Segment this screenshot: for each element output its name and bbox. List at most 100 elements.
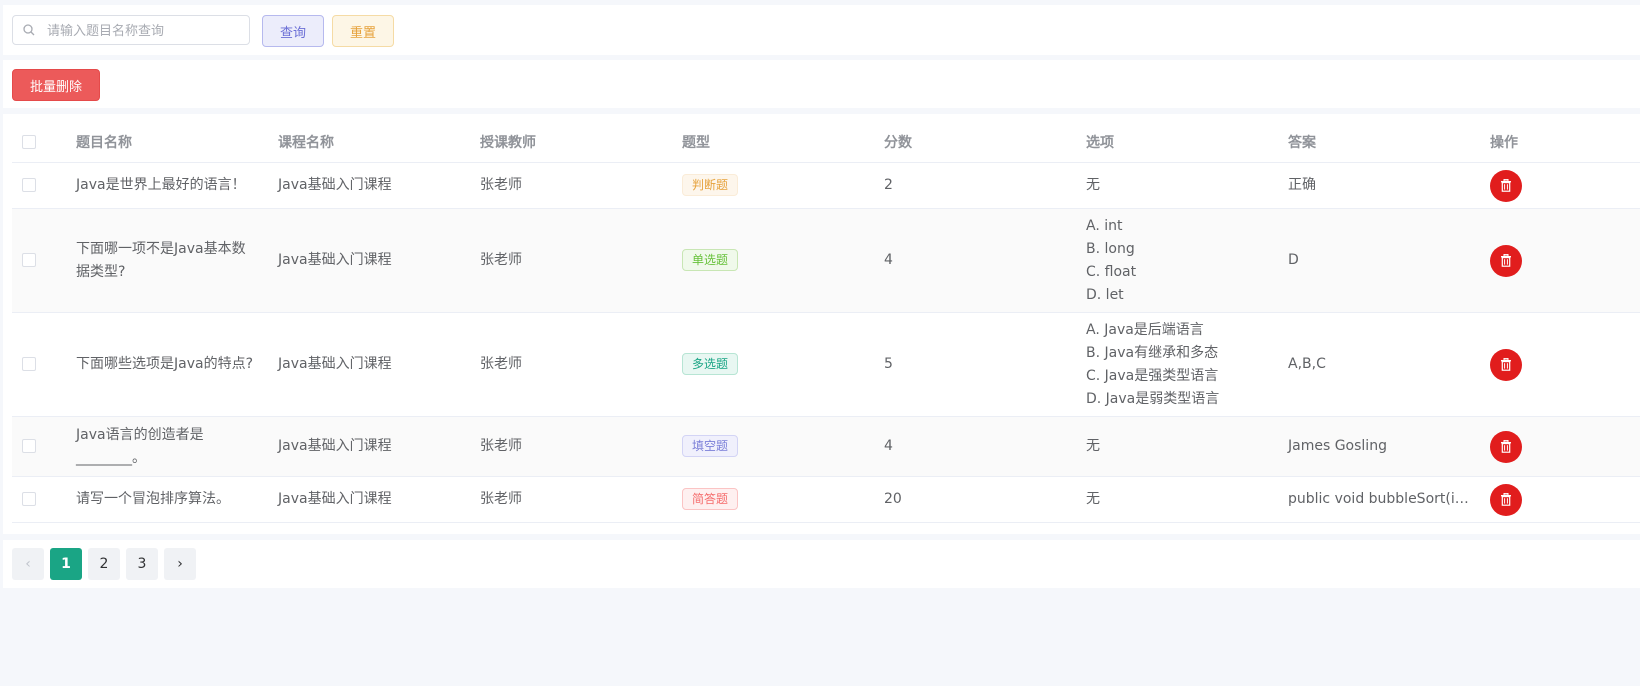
table-row: 下面哪些选项是Java的特点? Java基础入门课程 张老师 多选题 5 A. Java是… <box>12 312 1640 417</box>
cell-actions <box>1480 416 1640 477</box>
cell-options: A. int B. long C. float D. let <box>1076 208 1278 313</box>
cell-teacher: 张老师 <box>470 162 672 209</box>
header-actions: 操作 <box>1480 122 1640 163</box>
cell-question-name: 请写一个冒泡排序算法。 <box>66 476 268 523</box>
question-table: 题目名称 课程名称 授课教师 题型 分数 选项 答案 操作 Java是世界上最好… <box>12 122 1640 523</box>
row-checkbox[interactable] <box>22 253 36 267</box>
delete-button[interactable] <box>1490 483 1522 516</box>
cell-answer: 正确 <box>1278 162 1480 209</box>
header-question-name: 题目名称 <box>66 122 268 163</box>
pagination: ‹ 1 2 3 › <box>3 540 1640 588</box>
delete-button[interactable] <box>1490 348 1522 381</box>
prev-page-button[interactable]: ‹ <box>12 548 44 580</box>
search-input-wrapper[interactable] <box>12 15 250 46</box>
cell-options: 无 <box>1076 476 1278 523</box>
option-line: B. long <box>1086 240 1135 257</box>
cell-score: 4 <box>874 416 1076 477</box>
header-question-type: 题型 <box>672 122 874 163</box>
delete-button[interactable] <box>1490 430 1522 463</box>
cell-score: 4 <box>874 208 1076 313</box>
cell-options: 无 <box>1076 416 1278 477</box>
cell-teacher: 张老师 <box>470 416 672 477</box>
cell-options: A. Java是后端语言 B. Java有继承和多态 C. Java是强类型语言 D.… <box>1076 312 1278 417</box>
cell-score: 5 <box>874 312 1076 417</box>
page-button-1[interactable]: 1 <box>50 548 82 580</box>
row-select-cell <box>12 312 66 417</box>
cell-course-name: Java基础入门课程 <box>268 416 470 477</box>
search-input[interactable] <box>45 16 249 46</box>
row-checkbox[interactable] <box>22 178 36 192</box>
header-answer: 答案 <box>1278 122 1480 163</box>
option-line: A. Java是后端语言 <box>1086 321 1204 338</box>
option-line: D. let <box>1086 286 1124 303</box>
cell-actions <box>1480 162 1640 209</box>
cell-options: 无 <box>1076 162 1278 209</box>
toolbar: 批量删除 <box>3 60 1640 108</box>
option-line: B. Java有继承和多态 <box>1086 344 1219 361</box>
cell-actions <box>1480 476 1640 523</box>
cell-question-name: Java是世界上最好的语言！ <box>66 162 268 209</box>
question-type-tag: 填空题 <box>682 435 739 457</box>
option-line: 无 <box>1086 491 1100 507</box>
page-button-2[interactable]: 2 <box>88 548 120 580</box>
cell-actions <box>1480 312 1640 417</box>
option-line: 无 <box>1086 438 1100 454</box>
row-select-cell <box>12 208 66 313</box>
cell-question-name: 下面哪一项不是Java基本数据类型? <box>66 208 268 313</box>
query-button[interactable]: 查询 <box>262 15 324 47</box>
select-all-cell <box>12 122 66 163</box>
cell-course-name: Java基础入门课程 <box>268 162 470 209</box>
cell-course-name: Java基础入门课程 <box>268 476 470 523</box>
search-icon <box>23 24 35 36</box>
table-row: 下面哪一项不是Java基本数据类型? Java基础入门课程 张老师 单选题 4 A. in… <box>12 208 1640 313</box>
option-line: A. int <box>1086 217 1123 234</box>
option-line: C. Java是强类型语言 <box>1086 367 1219 384</box>
trash-icon <box>1501 440 1511 453</box>
header-course-name: 课程名称 <box>268 122 470 163</box>
trash-icon <box>1501 358 1511 371</box>
cell-teacher: 张老师 <box>470 208 672 313</box>
row-checkbox[interactable] <box>22 492 36 506</box>
question-type-tag: 判断题 <box>682 174 739 196</box>
trash-icon <box>1501 179 1511 192</box>
question-type-tag: 简答题 <box>682 488 739 510</box>
cell-answer: A,B,C <box>1278 312 1480 417</box>
table-row: Java是世界上最好的语言！ Java基础入门课程 张老师 判断题 2 无 正确 <box>12 162 1640 209</box>
cell-question-type: 判断题 <box>672 162 874 209</box>
cell-teacher: 张老师 <box>470 312 672 417</box>
table-row: 请写一个冒泡排序算法。 Java基础入门课程 张老师 简答题 20 无 public voi… <box>12 476 1640 523</box>
cell-answer: D <box>1278 208 1480 313</box>
trash-icon <box>1501 493 1511 506</box>
search-bar: 查询 重置 <box>3 5 1640 55</box>
cell-course-name: Java基础入门课程 <box>268 208 470 313</box>
delete-button[interactable] <box>1490 169 1522 202</box>
row-checkbox[interactable] <box>22 357 36 371</box>
cell-answer: James Gosling <box>1278 416 1480 477</box>
row-select-cell <box>12 476 66 523</box>
row-checkbox[interactable] <box>22 439 36 453</box>
delete-button[interactable] <box>1490 244 1522 277</box>
header-score: 分数 <box>874 122 1076 163</box>
cell-question-name: 下面哪些选项是Java的特点? <box>66 312 268 417</box>
reset-button[interactable]: 重置 <box>332 15 394 47</box>
batch-delete-button[interactable]: 批量删除 <box>12 69 100 101</box>
cell-score: 2 <box>874 162 1076 209</box>
cell-course-name: Java基础入门课程 <box>268 312 470 417</box>
question-type-tag: 多选题 <box>682 353 739 375</box>
header-teacher: 授课教师 <box>470 122 672 163</box>
question-table-card: 题目名称 课程名称 授课教师 题型 分数 选项 答案 操作 Java是世界上最好… <box>3 114 1640 534</box>
question-type-tag: 单选题 <box>682 249 739 271</box>
page-button-3[interactable]: 3 <box>126 548 158 580</box>
row-select-cell <box>12 416 66 477</box>
cell-question-name: Java语言的创造者是________。 <box>66 416 268 477</box>
option-line: C. float <box>1086 263 1137 280</box>
cell-question-type: 简答题 <box>672 476 874 523</box>
cell-teacher: 张老师 <box>470 476 672 523</box>
cell-answer: public void bubbleSort(in… <box>1278 476 1480 523</box>
option-line: 无 <box>1086 177 1100 193</box>
cell-question-type: 单选题 <box>672 208 874 313</box>
next-page-button[interactable]: › <box>164 548 196 580</box>
select-all-checkbox[interactable] <box>22 135 36 149</box>
row-select-cell <box>12 162 66 209</box>
table-header-row: 题目名称 课程名称 授课教师 题型 分数 选项 答案 操作 <box>12 122 1640 163</box>
